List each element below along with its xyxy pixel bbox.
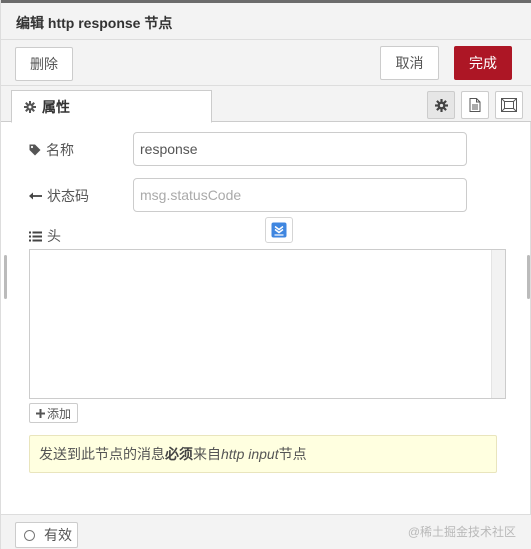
gear-icon: [434, 98, 448, 112]
add-header-label: 添加: [46, 406, 71, 421]
tip-middle: 来自: [193, 446, 221, 462]
gear-icon: [24, 100, 36, 113]
add-header-button[interactable]: 添加: [29, 403, 78, 423]
cancel-button[interactable]: 取消: [380, 46, 439, 80]
tabs-row: 属性: [1, 86, 531, 123]
radio-icon: [24, 529, 35, 541]
tab-settings[interactable]: [427, 91, 455, 119]
extension-icon[interactable]: [265, 217, 293, 243]
plus-icon: [35, 408, 45, 418]
frame-icon: [501, 98, 517, 112]
dialog-title: 编辑 http response 节点: [1, 3, 531, 40]
tab-properties[interactable]: 属性: [11, 90, 212, 123]
tab-description[interactable]: [461, 91, 489, 119]
tip-suffix: 节点: [278, 446, 307, 462]
delete-button[interactable]: 删除: [15, 47, 73, 81]
headers-label-text: 头: [47, 228, 61, 244]
name-label: 名称: [29, 140, 74, 160]
tab-properties-label: 属性: [42, 98, 70, 115]
name-input[interactable]: [133, 132, 467, 166]
headers-scrollbar[interactable]: [491, 250, 505, 398]
status-code-input[interactable]: [133, 178, 467, 212]
tag-icon: [29, 144, 41, 156]
tip-prefix: 发送到此节点的消息: [39, 446, 165, 462]
resize-handle-right[interactable]: [527, 255, 530, 299]
name-label-text: 名称: [46, 142, 74, 158]
watermark: @稀土掘金技术社区: [407, 525, 516, 539]
headers-label: 头: [29, 226, 61, 246]
list-icon: [29, 231, 42, 242]
enabled-toggle[interactable]: 有效: [15, 522, 78, 548]
dialog-footer: 有效 @稀土掘金技术社区: [1, 514, 531, 549]
document-icon: [469, 98, 481, 112]
headers-list[interactable]: [29, 249, 506, 399]
status-code-label: 状态码: [29, 186, 89, 206]
tip-bold: 必须: [165, 446, 193, 462]
status-code-label-text: 状态码: [47, 188, 89, 204]
edit-node-dialog: 编辑 http response 节点 删除 取消 完成 属性 名称 respo…: [0, 0, 531, 549]
resize-handle-left[interactable]: [4, 255, 7, 299]
tab-appearance[interactable]: [495, 91, 523, 119]
dialog-toolbar: 删除 取消 完成: [1, 40, 531, 86]
done-button[interactable]: 完成: [454, 46, 512, 80]
enabled-label: 有效: [44, 527, 72, 543]
tip-italic: http input: [221, 446, 279, 462]
arrow-left-icon: [29, 191, 42, 201]
info-tip: 发送到此节点的消息 必须 来自 http input 节点: [29, 435, 497, 473]
